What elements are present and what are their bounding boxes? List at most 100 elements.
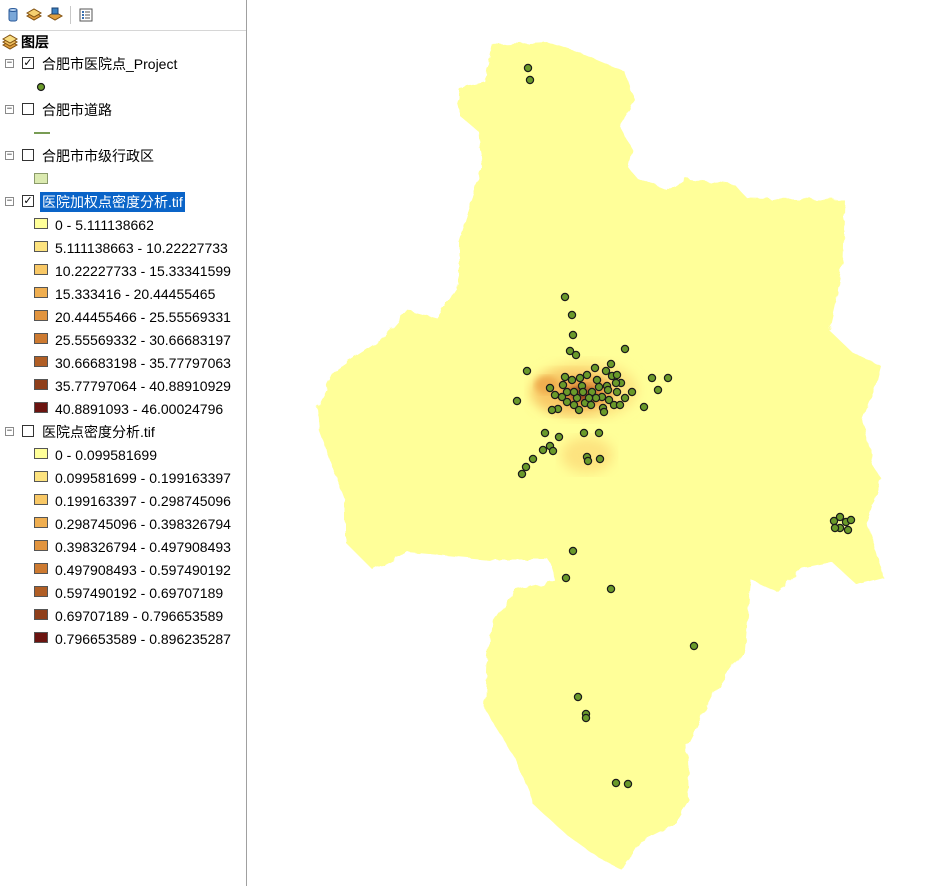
list-by-source-icon[interactable] [25, 6, 43, 24]
collapse-icon[interactable]: − [5, 197, 14, 206]
legend-class-swatch [34, 494, 48, 505]
legend-class-row: 0.398326794 - 0.497908493 [0, 536, 246, 558]
map-view[interactable] [247, 0, 945, 886]
legend-class-swatch [34, 218, 48, 229]
layer-label[interactable]: 合肥市道路 [40, 100, 114, 120]
layer-row-roads[interactable]: − 合肥市道路 [0, 99, 246, 121]
layer-label[interactable]: 医院加权点密度分析.tif [39, 191, 186, 213]
line-symbol-icon [34, 132, 50, 134]
hospital-point [595, 454, 605, 464]
table-of-contents-panel: 图层 − ✓ 合肥市医院点_Project − 合肥市道路 − 合肥市市级行政区 [0, 0, 247, 886]
layer-row-point-density[interactable]: − 医院点密度分析.tif [0, 421, 246, 443]
legend-class-swatch [34, 310, 48, 321]
collapse-icon[interactable]: − [5, 59, 14, 68]
layers-root-label: 图层 [21, 34, 49, 50]
legend-class-label: 0 - 5.111138662 [55, 217, 154, 233]
hospital-point [689, 641, 699, 651]
hospital-point [560, 372, 570, 382]
hospital-point [528, 454, 538, 464]
toolbar-separator [70, 6, 71, 24]
hospital-point [830, 523, 840, 533]
layer-row-weighted-density[interactable]: − ✓ 医院加权点密度分析.tif [0, 191, 246, 213]
hospital-point [620, 393, 630, 403]
hospital-point [581, 713, 591, 723]
legend-class-label: 25.55569332 - 30.66683197 [55, 332, 231, 348]
hospital-point [521, 462, 531, 472]
legend-class-row: 35.77797064 - 40.88910929 [0, 375, 246, 397]
hospital-point [606, 359, 616, 369]
hospital-point [615, 400, 625, 410]
hospital-point [843, 525, 853, 535]
layer-label[interactable]: 合肥市市级行政区 [40, 146, 156, 166]
hospital-point [569, 387, 579, 397]
legend-class-row: 0.796653589 - 0.896235287 [0, 628, 246, 650]
hospital-point [571, 350, 581, 360]
hospital-point [582, 370, 592, 380]
legend-class-row: 0.497908493 - 0.597490192 [0, 559, 246, 581]
hospital-point [522, 366, 532, 376]
hospital-point [554, 432, 564, 442]
hospital-point [547, 405, 557, 415]
layer-visibility-checkbox[interactable] [22, 103, 34, 115]
legend-class-swatch [34, 471, 48, 482]
layer-row-districts[interactable]: − 合肥市市级行政区 [0, 145, 246, 167]
collapse-icon[interactable]: − [5, 427, 14, 436]
hospital-point [561, 573, 571, 583]
layer-visibility-checkbox[interactable] [22, 425, 34, 437]
layers-stack-icon [1, 34, 19, 53]
map-canvas[interactable] [247, 0, 945, 886]
hospital-point [517, 469, 527, 479]
legend-class-row: 0 - 5.111138662 [0, 214, 246, 236]
legend-class-row: 0.298745096 - 0.398326794 [0, 513, 246, 535]
hospital-point [612, 370, 622, 380]
legend-class-label: 15.333416 - 20.44455465 [55, 286, 216, 302]
hospital-point [606, 584, 616, 594]
collapse-icon[interactable]: − [5, 151, 14, 160]
hospital-point [611, 378, 621, 388]
legend-polygon-symbol-row [0, 169, 246, 191]
legend-class-label: 20.44455466 - 25.55569331 [55, 309, 231, 325]
layer-visibility-checkbox[interactable]: ✓ [22, 195, 34, 207]
list-by-visibility-icon[interactable] [46, 6, 64, 24]
hospital-point [550, 390, 560, 400]
collapse-icon[interactable]: − [5, 105, 14, 114]
legend-class-row: 30.66683198 - 35.77797063 [0, 352, 246, 374]
layer-visibility-checkbox[interactable] [22, 149, 34, 161]
polygon-symbol-swatch [34, 173, 48, 184]
legend-class-swatch [34, 563, 48, 574]
options-icon[interactable] [77, 6, 95, 24]
hospital-point [653, 385, 663, 395]
hospital-point [627, 387, 637, 397]
legend-class-label: 30.66683198 - 35.77797063 [55, 355, 231, 371]
hospital-point [512, 396, 522, 406]
hospital-point [586, 400, 596, 410]
legend-class-row: 0.199163397 - 0.298745096 [0, 490, 246, 512]
hospital-point [567, 310, 577, 320]
legend-class-row: 5.111138663 - 10.22227733 [0, 237, 246, 259]
legend-class-row: 15.333416 - 20.44455465 [0, 283, 246, 305]
hospital-point [639, 402, 649, 412]
list-by-drawing-order-icon[interactable] [4, 6, 22, 24]
legend-class-row: 20.44455466 - 25.55569331 [0, 306, 246, 328]
layer-label[interactable]: 医院点密度分析.tif [40, 422, 157, 442]
layer-label[interactable]: 合肥市医院点_Project [40, 54, 179, 74]
hospital-point [560, 292, 570, 302]
hospital-point [574, 405, 584, 415]
hospital-point [573, 692, 583, 702]
legend-class-label: 5.111138663 - 10.22227733 [55, 240, 228, 256]
hospital-point [558, 380, 568, 390]
toc-toolbar [0, 0, 246, 31]
layer-visibility-checkbox[interactable]: ✓ [22, 57, 34, 69]
legend-line-symbol-row [0, 123, 246, 145]
hospital-point [594, 382, 604, 392]
hospital-point [591, 393, 601, 403]
hospital-point [846, 515, 856, 525]
legend-class-row: 0.597490192 - 0.69707189 [0, 582, 246, 604]
legend-class-swatch [34, 402, 48, 413]
legend-class-label: 0.099581699 - 0.199163397 [55, 470, 231, 486]
legend-class-swatch [34, 540, 48, 551]
hospital-point [601, 366, 611, 376]
layer-row-hospital-points[interactable]: − ✓ 合肥市医院点_Project [0, 53, 246, 75]
legend-class-label: 0.497908493 - 0.597490192 [55, 562, 231, 578]
hospital-point [603, 385, 613, 395]
